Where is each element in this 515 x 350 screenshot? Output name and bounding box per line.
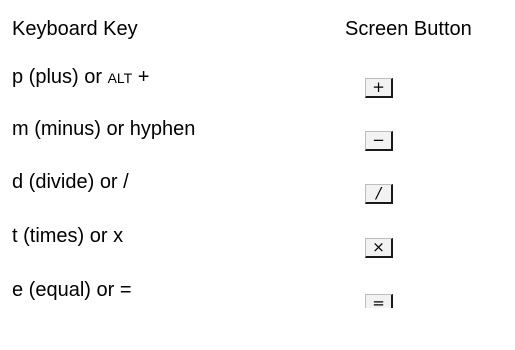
divide-icon: / bbox=[375, 184, 382, 202]
minus-icon: − bbox=[372, 131, 385, 149]
equals-button[interactable]: = bbox=[365, 294, 393, 312]
minus-button[interactable]: − bbox=[365, 131, 393, 151]
divide-button[interactable]: / bbox=[365, 184, 393, 204]
plus-button[interactable]: + bbox=[365, 78, 393, 98]
multiply-button[interactable]: × bbox=[365, 238, 393, 258]
row-label-times: t (times) or x bbox=[12, 225, 124, 247]
row-label-minus: m (minus) or hyphen bbox=[12, 118, 196, 140]
column-header-keyboard-key: Keyboard Key bbox=[12, 18, 138, 40]
mapping-row-divide: d (divide) or / / bbox=[0, 170, 515, 210]
row-label-equals: e (equal) or = bbox=[12, 279, 132, 301]
row-label-plus: p (plus) or ALT + bbox=[12, 66, 150, 88]
plus-icon: + bbox=[372, 78, 385, 96]
row-label-divide: d (divide) or / bbox=[12, 171, 129, 193]
column-header-screen-button: Screen Button bbox=[345, 18, 472, 40]
multiply-icon: × bbox=[372, 238, 385, 256]
mapping-row-minus: m (minus) or hyphen − bbox=[0, 117, 515, 157]
mapping-row-plus: p (plus) or ALT + + bbox=[0, 65, 515, 105]
equals-icon: = bbox=[372, 294, 385, 312]
mapping-row-times: t (times) or x × bbox=[0, 224, 515, 264]
alt-key-label: ALT bbox=[107, 70, 133, 86]
mapping-row-equals: e (equal) or = = bbox=[0, 278, 515, 318]
